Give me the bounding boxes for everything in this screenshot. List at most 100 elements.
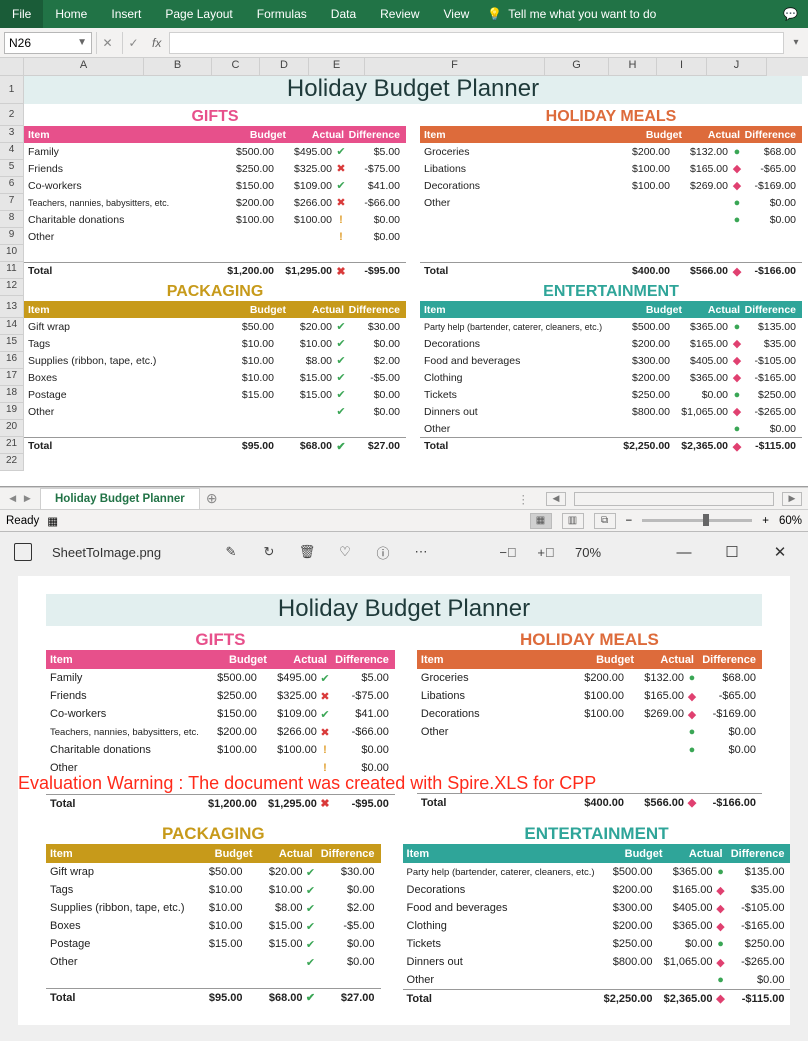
- expand-formula-icon[interactable]: ▾: [788, 37, 804, 48]
- ribbon-tab[interactable]: View: [432, 0, 482, 28]
- table-row[interactable]: Boxes$10.00$15.00-$5.00: [24, 369, 406, 386]
- row-header[interactable]: 16: [0, 352, 24, 369]
- row-header[interactable]: 21: [0, 437, 24, 454]
- ribbon-tab[interactable]: Review: [368, 0, 431, 28]
- worksheet-grid[interactable]: ABCDEFGHIJ 12345678910111213141516171819…: [0, 58, 808, 487]
- row-header[interactable]: 11: [0, 262, 24, 279]
- zoom-slider[interactable]: [642, 519, 752, 522]
- row-header[interactable]: 15: [0, 335, 24, 352]
- row-header[interactable]: 20: [0, 420, 24, 437]
- table-row[interactable]: Family$500.00$495.00$5.00: [46, 669, 395, 687]
- table-row[interactable]: Decorations$100.00$269.00-$169.00: [417, 705, 762, 723]
- rotate-icon[interactable]: ↻: [260, 543, 278, 561]
- maximize-button[interactable]: ☐: [718, 543, 746, 561]
- table-row[interactable]: Tags$10.00$10.00$0.00: [24, 335, 406, 352]
- column-header[interactable]: G: [545, 58, 609, 76]
- row-header[interactable]: 10: [0, 245, 24, 262]
- table-row[interactable]: Decorations$200.00$165.00$35.00: [420, 335, 802, 352]
- row-header[interactable]: 14: [0, 318, 24, 335]
- table-row[interactable]: Other$0.00: [417, 723, 762, 741]
- ribbon-tab[interactable]: Insert: [99, 0, 153, 28]
- table-row[interactable]: Teachers, nannies, babysitters, etc.$200…: [46, 723, 395, 741]
- row-header[interactable]: 13: [0, 296, 24, 318]
- drag-handle-icon[interactable]: ⋮: [518, 492, 531, 506]
- row-header[interactable]: 2: [0, 104, 24, 126]
- row-header[interactable]: 19: [0, 403, 24, 420]
- table-row[interactable]: Party help (bartender, caterer, cleaners…: [403, 863, 790, 881]
- close-button[interactable]: ✕: [766, 543, 794, 561]
- add-sheet-button[interactable]: ⊕: [200, 490, 224, 507]
- table-row[interactable]: Co-workers$150.00$109.00$41.00: [24, 177, 406, 194]
- table-row[interactable]: Groceries$200.00$132.00$68.00: [417, 669, 762, 687]
- cancel-formula-icon[interactable]: ✕: [96, 32, 118, 54]
- row-header[interactable]: 5: [0, 160, 24, 177]
- table-row[interactable]: Gift wrap$50.00$20.00$30.00: [24, 318, 406, 335]
- sheet-nav[interactable]: ◄ ►: [0, 493, 40, 505]
- row-header[interactable]: 18: [0, 386, 24, 403]
- ribbon-tab[interactable]: Formulas: [245, 0, 319, 28]
- table-row[interactable]: $0.00: [417, 741, 762, 759]
- table-row[interactable]: Tags$10.00$10.00$0.00: [46, 881, 381, 899]
- more-icon[interactable]: ⋯: [412, 543, 430, 561]
- table-row[interactable]: Dinners out$800.00$1,065.00-$265.00: [420, 403, 802, 420]
- ribbon-tab[interactable]: Home: [43, 0, 99, 28]
- formula-input[interactable]: [169, 32, 784, 54]
- table-row[interactable]: Decorations$100.00$269.00-$169.00: [420, 177, 802, 194]
- table-row[interactable]: Food and beverages$300.00$405.00-$105.00: [403, 899, 790, 917]
- table-row[interactable]: Boxes$10.00$15.00-$5.00: [46, 917, 381, 935]
- column-header[interactable]: F: [365, 58, 545, 76]
- row-header[interactable]: 3: [0, 126, 24, 143]
- page-layout-view-button[interactable]: ▥: [562, 513, 584, 529]
- zoom-out-icon[interactable]: −⃝: [499, 543, 517, 561]
- table-row[interactable]: Postage$15.00$15.00$0.00: [46, 935, 381, 953]
- comments-icon[interactable]: 💬: [783, 7, 798, 21]
- row-header[interactable]: 4: [0, 143, 24, 160]
- ribbon-tab[interactable]: Page Layout: [153, 0, 244, 28]
- table-row[interactable]: Gift wrap$50.00$20.00$30.00: [46, 863, 381, 881]
- table-row[interactable]: Supplies (ribbon, tape, etc.)$10.00$8.00…: [46, 899, 381, 917]
- table-row[interactable]: Other$0.00: [24, 228, 406, 245]
- table-row[interactable]: Postage$15.00$15.00$0.00: [24, 386, 406, 403]
- table-row[interactable]: Libations$100.00$165.00-$65.00: [417, 687, 762, 705]
- ribbon-tab[interactable]: File: [0, 0, 43, 28]
- row-header[interactable]: 8: [0, 211, 24, 228]
- gallery-icon[interactable]: [14, 543, 32, 561]
- normal-view-button[interactable]: ▦: [530, 513, 552, 529]
- table-row[interactable]: Friends$250.00$325.00-$75.00: [46, 687, 395, 705]
- table-row[interactable]: Teachers, nannies, babysitters, etc.$200…: [24, 194, 406, 211]
- scroll-left-button[interactable]: ◄: [546, 492, 566, 506]
- column-header[interactable]: I: [657, 58, 707, 76]
- table-row[interactable]: Charitable donations$100.00$100.00$0.00: [46, 741, 395, 759]
- info-icon[interactable]: ⓘ: [374, 543, 392, 561]
- row-header[interactable]: 6: [0, 177, 24, 194]
- page-break-view-button[interactable]: ⧉: [594, 513, 616, 529]
- column-header[interactable]: E: [309, 58, 365, 76]
- sheet-tab[interactable]: Holiday Budget Planner: [40, 488, 200, 510]
- minimize-button[interactable]: —: [670, 544, 698, 561]
- name-box[interactable]: N26 ▼: [4, 32, 92, 54]
- table-row[interactable]: Party help (bartender, caterer, cleaners…: [420, 318, 802, 335]
- table-row[interactable]: $0.00: [420, 211, 802, 228]
- table-row[interactable]: Groceries$200.00$132.00$68.00: [420, 143, 802, 160]
- column-header[interactable]: J: [707, 58, 767, 76]
- column-header[interactable]: A: [24, 58, 144, 76]
- row-header[interactable]: 7: [0, 194, 24, 211]
- table-row[interactable]: Other$0.00: [24, 403, 406, 420]
- select-all-corner[interactable]: [0, 58, 24, 76]
- row-header[interactable]: 22: [0, 454, 24, 471]
- row-header[interactable]: 9: [0, 228, 24, 245]
- table-row[interactable]: Tickets$250.00$0.00$250.00: [403, 935, 790, 953]
- table-row[interactable]: Clothing$200.00$365.00-$165.00: [420, 369, 802, 386]
- table-row[interactable]: Clothing$200.00$365.00-$165.00: [403, 917, 790, 935]
- fx-label[interactable]: fx: [148, 36, 165, 50]
- zoom-out-button[interactable]: −: [626, 515, 633, 527]
- table-row[interactable]: Libations$100.00$165.00-$65.00: [420, 160, 802, 177]
- scroll-right-button[interactable]: ►: [782, 492, 802, 506]
- ribbon-tab[interactable]: Data: [319, 0, 368, 28]
- tell-me-input[interactable]: Tell me what you want to do: [508, 0, 668, 28]
- table-row[interactable]: Other$0.00: [403, 971, 790, 989]
- enter-formula-icon[interactable]: ✓: [122, 32, 144, 54]
- column-header[interactable]: D: [260, 58, 309, 76]
- delete-icon[interactable]: 🗑: [298, 543, 316, 561]
- zoom-level[interactable]: 60%: [779, 515, 802, 527]
